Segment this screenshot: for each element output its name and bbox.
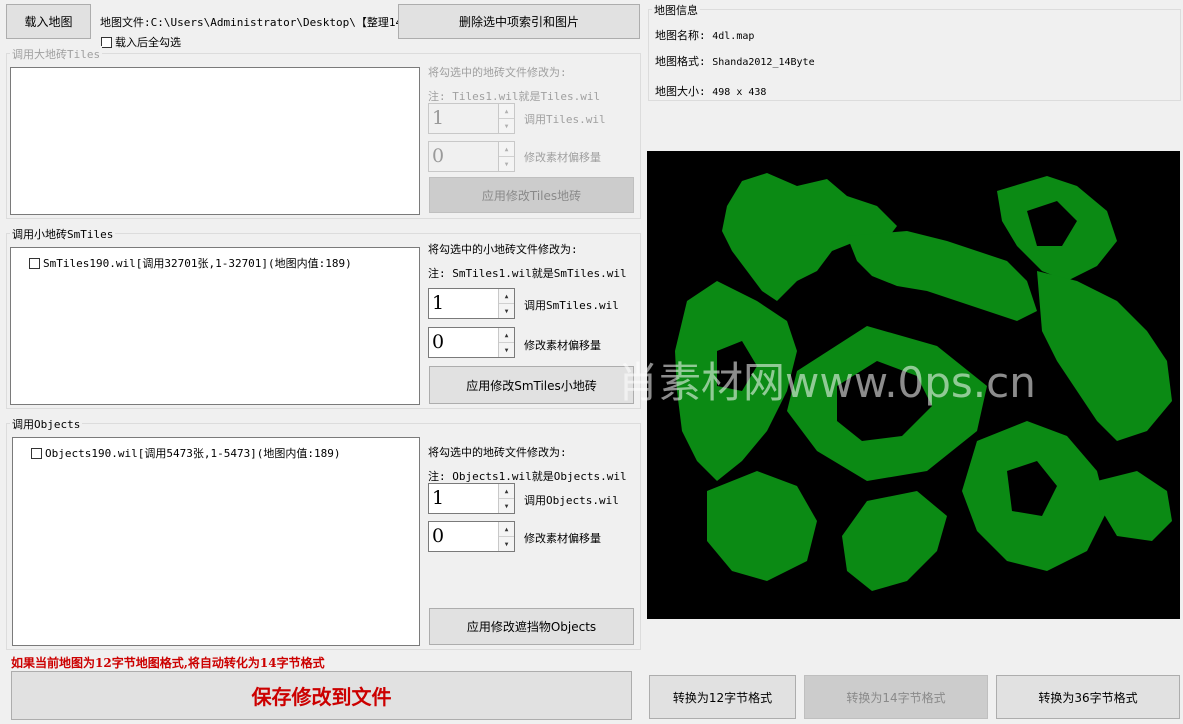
tiles-file-label: 调用Tiles.wil [524,113,606,126]
list-item-label: Objects190.wil[调用5473张,1-5473](地图内值:189) [45,447,341,460]
map-size-label: 地图大小: [655,85,706,98]
spinner-value: 0 [432,145,445,167]
map-format-label: 地图格式: [655,55,706,68]
apply-smtiles-button[interactable]: 应用修改SmTiles小地砖 [429,366,634,404]
tiles-group-title: 调用大地砖Tiles [10,46,103,62]
spinner-up-icon[interactable]: ▲ [499,142,514,157]
objects-group-title: 调用Objects [10,416,83,432]
spinner-up-icon[interactable]: ▲ [499,328,514,343]
watermark: 肖素材网www.0ps.cn [617,358,1036,407]
checkbox-box[interactable] [101,36,112,48]
apply-tiles-button[interactable]: 应用修改Tiles地砖 [429,177,634,213]
objects-offset-spinner[interactable]: 0 ▲ ▼ [428,521,515,552]
select-all-after-load-checkbox[interactable]: 载入后全勾选 [101,34,181,50]
spinner-down-icon[interactable]: ▼ [499,157,514,171]
spinner-buttons: ▲ ▼ [498,142,514,171]
spinner-up-icon[interactable]: ▲ [499,484,514,499]
smtiles-file-label: 调用SmTiles.wil [524,299,619,312]
spinner-buttons: ▲ ▼ [498,328,514,357]
save-button[interactable]: 保存修改到文件 [11,671,632,720]
spinner-buttons: ▲ ▼ [498,289,514,318]
convert-12-byte-button[interactable]: 转换为12字节格式 [649,675,796,719]
spinner-value: 1 [432,107,445,129]
list-item-checkbox[interactable] [29,257,40,269]
select-all-after-load-label: 载入后全勾选 [115,36,181,49]
list-item[interactable]: Objects190.wil[调用5473张,1-5473](地图内值:189) [31,445,341,461]
list-item[interactable]: SmTiles190.wil[调用32701张,1-32701](地图内值:18… [29,255,352,271]
map-name-row: 地图名称: 4dl.map [655,27,754,43]
convert-36-byte-button[interactable]: 转换为36字节格式 [996,675,1180,719]
objects-file-label: 调用Objects.wil [524,494,619,507]
smtiles-offset-label: 修改素材偏移量 [524,339,601,352]
spinner-down-icon[interactable]: ▼ [499,119,514,133]
tiles-listbox[interactable] [10,67,420,215]
tiles-file-index-spinner[interactable]: 1 ▲ ▼ [428,103,515,134]
map-size-value: 498 x 438 [712,87,767,98]
spinner-value: 0 [432,331,445,353]
delete-selected-button[interactable]: 删除选中项索引和图片 [398,4,640,39]
objects-file-index-spinner[interactable]: 1 ▲ ▼ [428,483,515,514]
spinner-up-icon[interactable]: ▲ [499,522,514,537]
tiles-offset-spinner[interactable]: 0 ▲ ▼ [428,141,515,172]
objects-offset-label: 修改素材偏移量 [524,532,601,545]
smtiles-group-title: 调用小地砖SmTiles [10,226,116,242]
format-warning: 如果当前地图为12字节地图格式,将自动转化为14字节格式 [11,656,325,670]
map-size-row: 地图大小: 498 x 438 [655,83,766,99]
convert-14-byte-button[interactable]: 转换为14字节格式 [804,675,988,719]
spinner-down-icon[interactable]: ▼ [499,304,514,318]
smtiles-listbox[interactable]: SmTiles190.wil[调用32701张,1-32701](地图内值:18… [10,247,420,405]
tiles-note: 注: Tiles1.wil就是Tiles.wil [428,90,601,103]
list-item-checkbox[interactable] [31,447,42,459]
spinner-value: 0 [432,525,445,547]
map-preview[interactable]: 肖素材网www.0ps.cn [617,151,1180,619]
spinner-value: 1 [432,292,445,314]
map-name-label: 地图名称: [655,29,706,42]
smtiles-offset-spinner[interactable]: 0 ▲ ▼ [428,327,515,358]
spinner-down-icon[interactable]: ▼ [499,537,514,551]
spinner-buttons: ▲ ▼ [498,484,514,513]
spinner-up-icon[interactable]: ▲ [499,289,514,304]
spinner-buttons: ▲ ▼ [498,104,514,133]
tiles-modify-prompt: 将勾选中的地砖文件修改为: [428,66,567,79]
list-item-label: SmTiles190.wil[调用32701张,1-32701](地图内值:18… [43,257,352,270]
objects-listbox[interactable]: Objects190.wil[调用5473张,1-5473](地图内值:189) [12,437,420,646]
smtiles-file-index-spinner[interactable]: 1 ▲ ▼ [428,288,515,319]
map-info-title: 地图信息 [652,2,700,18]
smtiles-modify-prompt: 将勾选中的小地砖文件修改为: [428,243,578,256]
load-map-button[interactable]: 载入地图 [6,4,91,39]
map-file-path: 地图文件:C:\Users\Administrator\Desktop\【整理1… [100,16,414,29]
objects-note: 注: Objects1.wil就是Objects.wil [428,470,627,483]
spinner-up-icon[interactable]: ▲ [499,104,514,119]
spinner-buttons: ▲ ▼ [498,522,514,551]
map-name-value: 4dl.map [712,31,755,42]
tiles-offset-label: 修改素材偏移量 [524,151,601,164]
map-format-row: 地图格式: Shanda2012_14Byte [655,53,815,69]
apply-objects-button[interactable]: 应用修改遮挡物Objects [429,608,634,645]
spinner-down-icon[interactable]: ▼ [499,343,514,357]
smtiles-note: 注: SmTiles1.wil就是SmTiles.wil [428,267,627,280]
objects-modify-prompt: 将勾选中的地砖文件修改为: [428,446,567,459]
spinner-down-icon[interactable]: ▼ [499,499,514,513]
map-format-value: Shanda2012_14Byte [712,57,815,68]
spinner-value: 1 [432,487,445,509]
